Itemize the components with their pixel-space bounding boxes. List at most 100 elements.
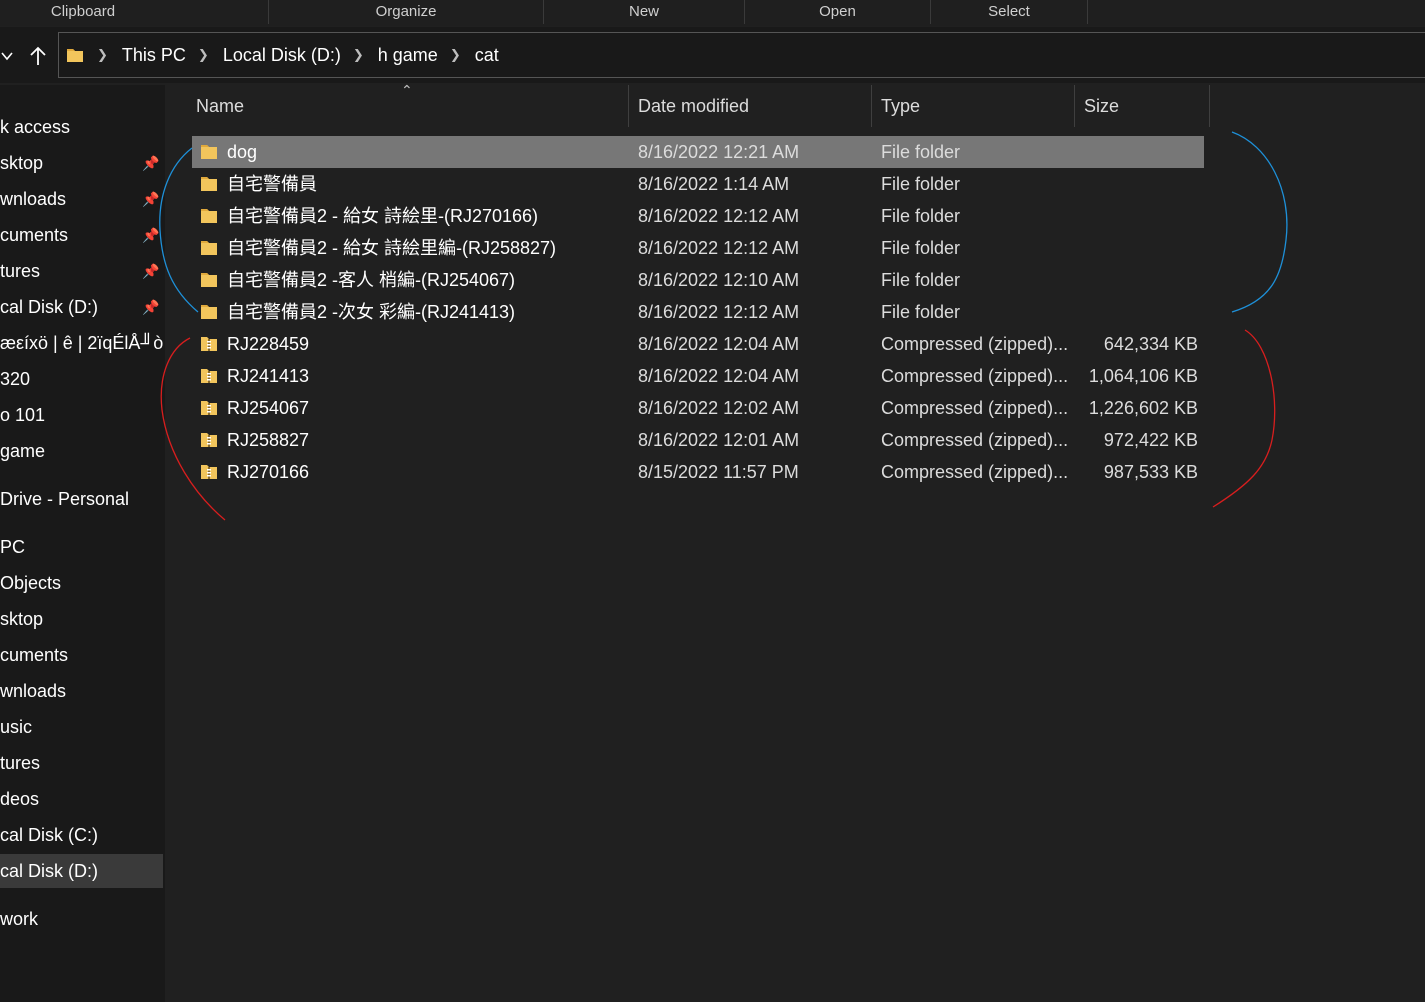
sidebar-item-local-disk-d[interactable]: cal Disk (D:) bbox=[0, 854, 163, 888]
sidebar-item-quick-access[interactable]: k access bbox=[0, 110, 163, 144]
breadcrumb-local-disk-d[interactable]: Local Disk (D:) bbox=[223, 45, 341, 66]
sidebar-item-documents-pinned[interactable]: cuments 📌 bbox=[0, 218, 163, 252]
pin-icon: 📌 bbox=[142, 155, 160, 171]
ribbon-group-clipboard: Clipboard bbox=[0, 0, 269, 24]
table-row[interactable]: 自宅警備員2 - 給女 詩絵里-(RJ270166) 8/16/2022 12:1… bbox=[192, 200, 1204, 232]
pin-icon: 📌 bbox=[142, 299, 160, 315]
table-row[interactable]: RJ258827 8/16/2022 12:01 AM Compressed (zi… bbox=[192, 424, 1204, 456]
file-date-modified: 8/16/2022 12:21 AM bbox=[638, 142, 800, 162]
table-row[interactable]: RJ270166 8/15/2022 11:57 PM Compressed (zi… bbox=[192, 456, 1204, 488]
file-type: Compressed (zipped)... bbox=[881, 334, 1069, 354]
sidebar-item-local-disk-c[interactable]: cal Disk (C:) bbox=[0, 818, 163, 852]
sidebar-item-label: 320 bbox=[0, 369, 31, 389]
column-header-date-modified[interactable]: Date modified bbox=[629, 85, 872, 127]
file-date-modified: 8/16/2022 12:01 AM bbox=[638, 430, 800, 450]
file-list[interactable]: ⌃ Name Date modified Type Size dog 8/16/2… bbox=[166, 83, 1425, 1002]
sidebar-item-101[interactable]: o 101 bbox=[0, 398, 163, 432]
table-row[interactable]: 自宅警備員2 -客人 梢編-(RJ254067) 8/16/2022 12:10 … bbox=[192, 264, 1204, 296]
file-name: 自宅警備員2 -客人 梢編-(RJ254067) bbox=[227, 270, 516, 290]
file-name: 自宅警備員2 -次女 彩編-(RJ241413) bbox=[227, 302, 516, 322]
sidebar-item-music[interactable]: usic bbox=[0, 710, 163, 744]
sidebar-item-documents[interactable]: cuments bbox=[0, 638, 163, 672]
ribbon-group-new: New bbox=[544, 0, 745, 24]
folder-icon bbox=[199, 142, 219, 162]
chevron-down-icon bbox=[1, 52, 13, 61]
sidebar-item-label: sktop bbox=[0, 609, 44, 629]
column-header-label: Size bbox=[1084, 96, 1120, 116]
folder-icon bbox=[199, 270, 219, 290]
file-date-modified: 8/16/2022 12:12 AM bbox=[638, 206, 800, 226]
table-row[interactable]: 自宅警備員 8/16/2022 1:14 AM File folder bbox=[192, 168, 1204, 200]
file-date-modified: 8/16/2022 12:12 AM bbox=[638, 238, 800, 258]
folder-icon bbox=[199, 302, 219, 322]
breadcrumb-h-game[interactable]: h game bbox=[378, 45, 438, 66]
folder-icon bbox=[199, 238, 219, 258]
table-row[interactable]: RJ241413 8/16/2022 12:04 AM Compressed (zi… bbox=[192, 360, 1204, 392]
chevron-right-icon[interactable]: ❯ bbox=[353, 47, 364, 63]
column-header-label: Name bbox=[196, 96, 245, 116]
sidebar-item-3d-objects[interactable]: Objects bbox=[0, 566, 163, 600]
sidebar-item-this-pc[interactable]: PC bbox=[0, 530, 163, 564]
file-date-modified: 8/16/2022 12:10 AM bbox=[638, 270, 800, 290]
ribbon: Clipboard Organize New Open Select bbox=[0, 0, 1425, 26]
file-type: Compressed (zipped)... bbox=[881, 462, 1069, 482]
sidebar-item-desktop[interactable]: sktop bbox=[0, 602, 163, 636]
sidebar-item-label: cuments bbox=[0, 225, 69, 245]
sidebar-item-label: deos bbox=[0, 789, 40, 809]
sidebar-item-pictures[interactable]: tures bbox=[0, 746, 163, 780]
chevron-right-icon[interactable]: ❯ bbox=[97, 47, 108, 63]
column-header-name[interactable]: Name bbox=[187, 85, 629, 127]
sidebar-item-downloads-pinned[interactable]: wnloads 📌 bbox=[0, 182, 163, 216]
file-size: 1,064,106 KB bbox=[1088, 366, 1198, 386]
file-type: File folder bbox=[881, 206, 961, 226]
zip-folder-icon bbox=[199, 398, 219, 418]
address-row: ❯ This PC ❯ Local Disk (D:) ❯ h game ❯ c… bbox=[0, 27, 1425, 83]
file-date-modified: 8/16/2022 12:12 AM bbox=[638, 302, 800, 322]
sidebar-item-desktop-pinned[interactable]: sktop 📌 bbox=[0, 146, 163, 180]
up-button[interactable] bbox=[28, 27, 48, 83]
table-row[interactable]: 自宅警備員2 - 給女 詩絵里編-(RJ258827) 8/16/2022 12:… bbox=[192, 232, 1204, 264]
folder-icon bbox=[67, 49, 83, 62]
file-size: 987,533 KB bbox=[1103, 462, 1198, 482]
sidebar-item-label: work bbox=[0, 909, 39, 929]
column-header-row: ⌃ Name Date modified Type Size bbox=[166, 83, 1211, 127]
file-type: File folder bbox=[881, 270, 961, 290]
file-size: 642,334 KB bbox=[1103, 334, 1198, 354]
file-type: File folder bbox=[881, 238, 961, 258]
zip-folder-icon bbox=[199, 334, 219, 354]
sidebar-item-label: Objects bbox=[0, 573, 62, 593]
folder-icon bbox=[199, 174, 219, 194]
chevron-right-icon[interactable]: ❯ bbox=[198, 47, 209, 63]
column-header-size[interactable]: Size bbox=[1075, 85, 1210, 127]
address-bar[interactable]: ❯ This PC ❯ Local Disk (D:) ❯ h game ❯ c… bbox=[58, 32, 1425, 78]
breadcrumb-this-pc[interactable]: This PC bbox=[122, 45, 186, 66]
navigation-pane: k access sktop 📌 wnloads 📌 cuments 📌 tures 📌… bbox=[0, 85, 165, 1002]
file-type: Compressed (zipped)... bbox=[881, 430, 1069, 450]
sidebar-item-label: usic bbox=[0, 717, 33, 737]
ribbon-group-label: Open bbox=[819, 3, 856, 20]
ribbon-group-open: Open bbox=[745, 0, 931, 24]
chevron-right-icon[interactable]: ❯ bbox=[450, 47, 461, 63]
breadcrumb-cat[interactable]: cat bbox=[475, 45, 499, 66]
table-row[interactable]: RJ228459 8/16/2022 12:04 AM Compressed (zi… bbox=[192, 328, 1204, 360]
file-name: 自宅警備員 bbox=[227, 174, 317, 194]
table-row[interactable]: 自宅警備員2 -次女 彩編-(RJ241413) 8/16/2022 12:12 … bbox=[192, 296, 1204, 328]
sidebar-item-pictures-pinned[interactable]: tures 📌 bbox=[0, 254, 163, 288]
pin-icon: 📌 bbox=[142, 263, 160, 279]
table-row[interactable]: RJ254067 8/16/2022 12:02 AM Compressed (zi… bbox=[192, 392, 1204, 424]
sidebar-item-videos[interactable]: deos bbox=[0, 782, 163, 816]
ribbon-group-label: Organize bbox=[375, 3, 437, 20]
sidebar-item-label: cal Disk (D:) bbox=[0, 861, 98, 881]
sidebar-item-local-disk-d-pinned[interactable]: cal Disk (D:) 📌 bbox=[0, 290, 163, 324]
column-header-type[interactable]: Type bbox=[872, 85, 1075, 127]
sidebar-item-downloads[interactable]: wnloads bbox=[0, 674, 163, 708]
sidebar-item-label: æεíxö | ê | 2ïqÉlÅ╜ò╥1 bbox=[0, 333, 163, 353]
file-date-modified: 8/16/2022 12:04 AM bbox=[638, 334, 800, 354]
sidebar-item-network[interactable]: work bbox=[0, 902, 163, 936]
sidebar-item-garbled-folder[interactable]: æεíxö | ê | 2ïqÉlÅ╜ò╥1 bbox=[0, 326, 163, 360]
recent-locations-button[interactable] bbox=[0, 27, 14, 83]
sidebar-item-onedrive[interactable]: Drive - Personal bbox=[0, 482, 163, 516]
sidebar-item-320[interactable]: 320 bbox=[0, 362, 163, 396]
table-row[interactable]: dog 8/16/2022 12:21 AM File folder bbox=[192, 136, 1204, 168]
sidebar-item-game[interactable]: game bbox=[0, 434, 163, 468]
